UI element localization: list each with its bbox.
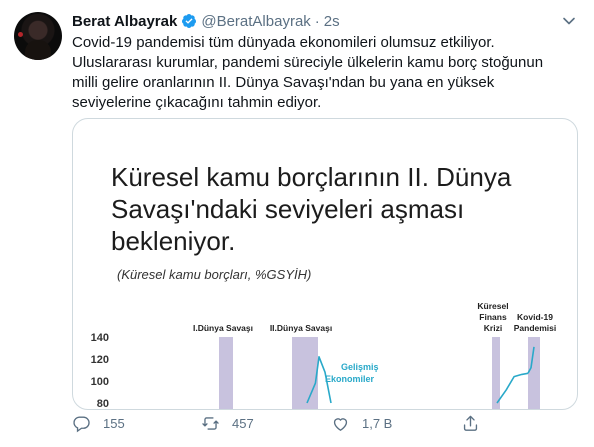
author-name[interactable]: Berat Albayrak xyxy=(72,13,177,30)
period-band-1 xyxy=(219,337,233,409)
more-options-icon[interactable] xyxy=(562,14,576,28)
like-count: 1,7 B xyxy=(362,415,393,431)
media-card[interactable]: Küresel kamu borçlarının II. Dünya Savaş… xyxy=(72,118,578,410)
period-band-3 xyxy=(492,337,500,409)
label-gfc-line-1: Küresel xyxy=(477,301,508,311)
reply-count: 155 xyxy=(103,415,125,431)
share-icon xyxy=(463,415,478,431)
retweet-icon xyxy=(202,416,219,430)
label-covid-line-1: Kovid-19 xyxy=(517,312,553,322)
period-band-2 xyxy=(292,337,318,409)
label-ww1-line-1: I.Dünya Savaşı xyxy=(193,323,253,333)
author-handle[interactable]: @BeratAlbayrak xyxy=(201,13,310,30)
series-label-line-1: Gelişmiş xyxy=(341,362,379,372)
y-tick-label-120: 120 xyxy=(91,354,109,366)
avatar-accent xyxy=(18,32,23,37)
heart-icon xyxy=(333,417,348,431)
debt-chart: 140 120 100 80 I.Dünya Savaşı II.Dünya Savaşı… xyxy=(91,301,557,409)
reply-icon xyxy=(73,415,90,432)
verified-badge-icon xyxy=(182,14,197,28)
header-separator: · xyxy=(314,12,320,30)
like-button[interactable]: 1,7 B xyxy=(331,412,392,434)
tweet-text: Covid-19 pandemisi tüm dünyada ekonomile… xyxy=(72,34,544,111)
label-ww2-line-1: II.Dünya Savaşı xyxy=(270,323,332,333)
retweet-count: 457 xyxy=(232,415,254,431)
y-tick-label-80: 80 xyxy=(97,398,109,409)
label-gfc-line-2: Finans xyxy=(479,312,507,322)
label-covid-line-2: Pandemisi xyxy=(514,323,557,333)
tweet-timestamp[interactable]: 2s xyxy=(324,13,340,30)
share-button[interactable] xyxy=(461,412,492,434)
retweet-button[interactable]: 457 xyxy=(201,412,254,434)
label-gfc-line-3: Krizi xyxy=(484,323,502,333)
y-tick-label-140: 140 xyxy=(91,332,109,344)
reply-button[interactable]: 155 xyxy=(72,412,125,434)
avatar-figure xyxy=(25,40,51,60)
series-line-segment-2 xyxy=(496,372,529,404)
avatar[interactable] xyxy=(14,12,62,60)
tweet-header: Berat Albayrak @BeratAlbayrak · 2s xyxy=(72,11,340,31)
series-label-line-2: Ekonomiler xyxy=(325,374,375,384)
tweet-actions: 155 457 1,7 B xyxy=(0,412,594,438)
y-tick-label-100: 100 xyxy=(91,376,109,388)
